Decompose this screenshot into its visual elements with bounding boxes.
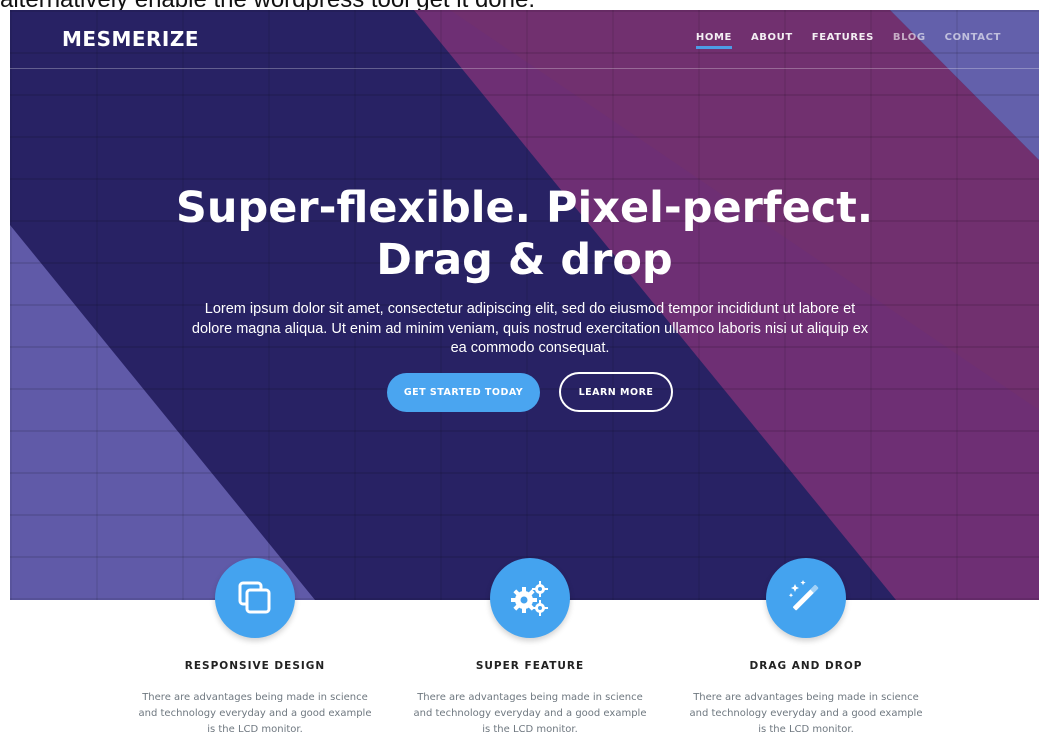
nav-item-about[interactable]: ABOUT: [751, 32, 793, 43]
feature-icon-circle: [490, 558, 570, 638]
magic-wand-icon: [788, 580, 819, 611]
feature-title: RESPONSIVE DESIGN: [184, 660, 326, 672]
feature-description: There are advantages being made in scien…: [689, 692, 923, 735]
gears-icon: [511, 581, 548, 616]
feature-icon-circle: [766, 558, 846, 638]
top-navigation: MESMERIZE HOME ABOUT FEATURES BLOG CONTA…: [10, 10, 1039, 69]
get-started-button[interactable]: GET STARTED TODAY: [387, 373, 540, 412]
hero-lead-text: Lorem ipsum dolor sit amet, consectetur …: [191, 301, 869, 356]
nav-menu: HOME ABOUT FEATURES BLOG CONTACT: [695, 32, 1001, 49]
learn-more-button[interactable]: LEARN MORE: [559, 372, 673, 412]
headline-line-2: Drag & drop: [376, 235, 673, 285]
feature-description: There are advantages being made in scien…: [413, 692, 647, 735]
feature-drag-and-drop: DRAG AND DROP There are advantages being…: [676, 558, 936, 738]
nav-item-home[interactable]: HOME: [695, 32, 733, 49]
copy-icon: [238, 581, 271, 614]
nav-item-features[interactable]: FEATURES: [812, 32, 874, 43]
hero-headline: Super-flexible. Pixel-perfect. Drag & dr…: [10, 182, 1039, 286]
feature-responsive-design: RESPONSIVE DESIGN There are advantages b…: [125, 558, 385, 738]
site-logo[interactable]: MESMERIZE: [62, 27, 199, 51]
nav-item-blog[interactable]: BLOG: [893, 32, 926, 43]
feature-title: DRAG AND DROP: [749, 660, 863, 672]
feature-title: SUPER FEATURE: [475, 660, 585, 672]
hero-section: MESMERIZE HOME ABOUT FEATURES BLOG CONTA…: [10, 10, 1039, 600]
headline-line-1: Super-flexible. Pixel-perfect.: [175, 183, 874, 233]
feature-super-feature: SUPER FEATURE There are advantages being…: [400, 558, 660, 738]
feature-description: There are advantages being made in scien…: [138, 692, 372, 735]
feature-icon-circle: [215, 558, 295, 638]
nav-item-contact[interactable]: CONTACT: [945, 32, 1001, 43]
